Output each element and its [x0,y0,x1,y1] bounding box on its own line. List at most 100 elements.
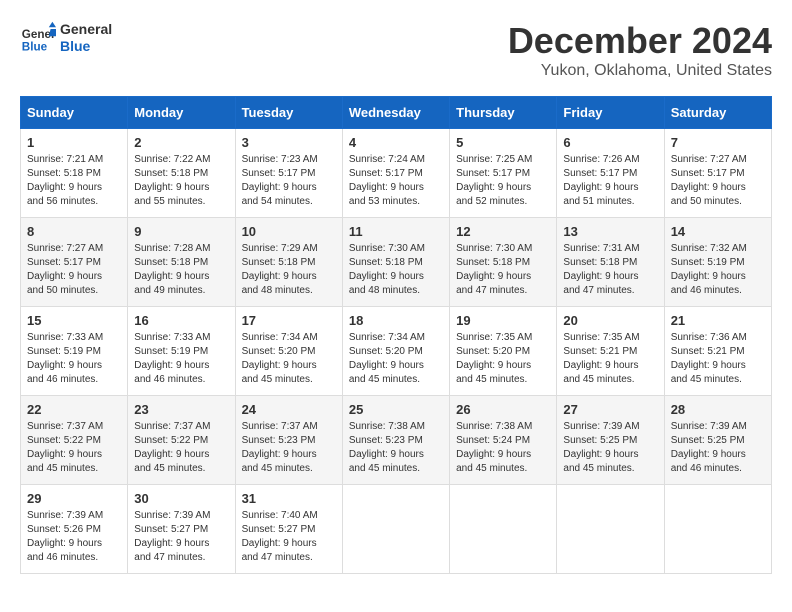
cell-info: Sunrise: 7:37 AM Sunset: 5:22 PM Dayligh… [27,420,121,476]
calendar-cell: 20 Sunrise: 7:35 AM Sunset: 5:21 PM Dayl… [557,307,664,396]
calendar-cell [342,485,449,574]
calendar-cell [664,485,771,574]
calendar-cell: 31 Sunrise: 7:40 AM Sunset: 5:27 PM Dayl… [235,485,342,574]
day-number: 17 [242,313,336,328]
subtitle: Yukon, Oklahoma, United States [508,62,772,80]
calendar-cell: 12 Sunrise: 7:30 AM Sunset: 5:18 PM Dayl… [450,218,557,307]
cell-info: Sunrise: 7:30 AM Sunset: 5:18 PM Dayligh… [456,242,550,298]
calendar-cell: 15 Sunrise: 7:33 AM Sunset: 5:19 PM Dayl… [21,307,128,396]
cell-info: Sunrise: 7:25 AM Sunset: 5:17 PM Dayligh… [456,153,550,209]
day-number: 24 [242,402,336,417]
calendar-cell: 13 Sunrise: 7:31 AM Sunset: 5:18 PM Dayl… [557,218,664,307]
cell-info: Sunrise: 7:39 AM Sunset: 5:27 PM Dayligh… [134,509,228,565]
svg-text:Blue: Blue [22,41,48,54]
day-number: 16 [134,313,228,328]
day-number: 4 [349,135,443,150]
calendar-cell: 11 Sunrise: 7:30 AM Sunset: 5:18 PM Dayl… [342,218,449,307]
day-number: 12 [456,224,550,239]
calendar-cell: 2 Sunrise: 7:22 AM Sunset: 5:18 PM Dayli… [128,129,235,218]
cell-info: Sunrise: 7:31 AM Sunset: 5:18 PM Dayligh… [563,242,657,298]
header: General Blue General Blue December 2024 … [20,20,772,80]
cell-info: Sunrise: 7:39 AM Sunset: 5:26 PM Dayligh… [27,509,121,565]
logo-line2: Blue [60,38,112,55]
calendar-week-row: 8 Sunrise: 7:27 AM Sunset: 5:17 PM Dayli… [21,218,772,307]
day-number: 18 [349,313,443,328]
day-number: 14 [671,224,765,239]
cell-info: Sunrise: 7:37 AM Sunset: 5:23 PM Dayligh… [242,420,336,476]
logo: General Blue General Blue [20,20,112,56]
day-number: 26 [456,402,550,417]
cell-info: Sunrise: 7:28 AM Sunset: 5:18 PM Dayligh… [134,242,228,298]
cell-info: Sunrise: 7:23 AM Sunset: 5:17 PM Dayligh… [242,153,336,209]
cell-info: Sunrise: 7:27 AM Sunset: 5:17 PM Dayligh… [671,153,765,209]
cell-info: Sunrise: 7:22 AM Sunset: 5:18 PM Dayligh… [134,153,228,209]
calendar-cell: 26 Sunrise: 7:38 AM Sunset: 5:24 PM Dayl… [450,396,557,485]
calendar-cell: 1 Sunrise: 7:21 AM Sunset: 5:18 PM Dayli… [21,129,128,218]
cell-info: Sunrise: 7:26 AM Sunset: 5:17 PM Dayligh… [563,153,657,209]
calendar-table: SundayMondayTuesdayWednesdayThursdayFrid… [20,96,772,574]
day-header-sunday: Sunday [21,97,128,129]
calendar-cell: 19 Sunrise: 7:35 AM Sunset: 5:20 PM Dayl… [450,307,557,396]
calendar-cell [557,485,664,574]
calendar-cell: 8 Sunrise: 7:27 AM Sunset: 5:17 PM Dayli… [21,218,128,307]
calendar-cell: 18 Sunrise: 7:34 AM Sunset: 5:20 PM Dayl… [342,307,449,396]
cell-info: Sunrise: 7:38 AM Sunset: 5:24 PM Dayligh… [456,420,550,476]
calendar-cell: 5 Sunrise: 7:25 AM Sunset: 5:17 PM Dayli… [450,129,557,218]
day-number: 2 [134,135,228,150]
day-number: 15 [27,313,121,328]
day-number: 6 [563,135,657,150]
calendar-cell: 21 Sunrise: 7:36 AM Sunset: 5:21 PM Dayl… [664,307,771,396]
cell-info: Sunrise: 7:35 AM Sunset: 5:20 PM Dayligh… [456,331,550,387]
calendar-cell: 17 Sunrise: 7:34 AM Sunset: 5:20 PM Dayl… [235,307,342,396]
cell-info: Sunrise: 7:24 AM Sunset: 5:17 PM Dayligh… [349,153,443,209]
cell-info: Sunrise: 7:29 AM Sunset: 5:18 PM Dayligh… [242,242,336,298]
calendar-cell: 10 Sunrise: 7:29 AM Sunset: 5:18 PM Dayl… [235,218,342,307]
calendar-week-row: 29 Sunrise: 7:39 AM Sunset: 5:26 PM Dayl… [21,485,772,574]
calendar-cell: 30 Sunrise: 7:39 AM Sunset: 5:27 PM Dayl… [128,485,235,574]
main-title: December 2024 [508,20,772,62]
cell-info: Sunrise: 7:36 AM Sunset: 5:21 PM Dayligh… [671,331,765,387]
day-number: 7 [671,135,765,150]
day-number: 3 [242,135,336,150]
day-number: 23 [134,402,228,417]
day-number: 29 [27,491,121,506]
day-number: 5 [456,135,550,150]
calendar-cell: 4 Sunrise: 7:24 AM Sunset: 5:17 PM Dayli… [342,129,449,218]
calendar-cell: 29 Sunrise: 7:39 AM Sunset: 5:26 PM Dayl… [21,485,128,574]
day-number: 31 [242,491,336,506]
day-number: 8 [27,224,121,239]
calendar-cell: 23 Sunrise: 7:37 AM Sunset: 5:22 PM Dayl… [128,396,235,485]
calendar-cell: 28 Sunrise: 7:39 AM Sunset: 5:25 PM Dayl… [664,396,771,485]
day-number: 10 [242,224,336,239]
calendar-cell: 16 Sunrise: 7:33 AM Sunset: 5:19 PM Dayl… [128,307,235,396]
day-header-thursday: Thursday [450,97,557,129]
day-header-wednesday: Wednesday [342,97,449,129]
cell-info: Sunrise: 7:38 AM Sunset: 5:23 PM Dayligh… [349,420,443,476]
day-number: 21 [671,313,765,328]
day-header-monday: Monday [128,97,235,129]
cell-info: Sunrise: 7:39 AM Sunset: 5:25 PM Dayligh… [563,420,657,476]
cell-info: Sunrise: 7:34 AM Sunset: 5:20 PM Dayligh… [242,331,336,387]
calendar-cell: 9 Sunrise: 7:28 AM Sunset: 5:18 PM Dayli… [128,218,235,307]
day-number: 25 [349,402,443,417]
calendar-week-row: 22 Sunrise: 7:37 AM Sunset: 5:22 PM Dayl… [21,396,772,485]
day-number: 30 [134,491,228,506]
day-header-saturday: Saturday [664,97,771,129]
logo-line1: General [60,21,112,38]
title-section: December 2024 Yukon, Oklahoma, United St… [508,20,772,80]
day-number: 28 [671,402,765,417]
day-header-tuesday: Tuesday [235,97,342,129]
calendar-header-row: SundayMondayTuesdayWednesdayThursdayFrid… [21,97,772,129]
logo-icon: General Blue [20,20,56,56]
calendar-cell: 27 Sunrise: 7:39 AM Sunset: 5:25 PM Dayl… [557,396,664,485]
cell-info: Sunrise: 7:35 AM Sunset: 5:21 PM Dayligh… [563,331,657,387]
day-number: 9 [134,224,228,239]
day-number: 22 [27,402,121,417]
calendar-cell: 7 Sunrise: 7:27 AM Sunset: 5:17 PM Dayli… [664,129,771,218]
calendar-cell: 22 Sunrise: 7:37 AM Sunset: 5:22 PM Dayl… [21,396,128,485]
calendar-cell: 14 Sunrise: 7:32 AM Sunset: 5:19 PM Dayl… [664,218,771,307]
cell-info: Sunrise: 7:32 AM Sunset: 5:19 PM Dayligh… [671,242,765,298]
cell-info: Sunrise: 7:34 AM Sunset: 5:20 PM Dayligh… [349,331,443,387]
calendar-cell: 24 Sunrise: 7:37 AM Sunset: 5:23 PM Dayl… [235,396,342,485]
day-number: 11 [349,224,443,239]
